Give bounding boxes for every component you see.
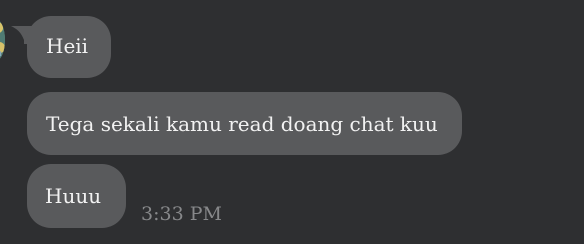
message-text: Huuu	[45, 184, 102, 208]
message-bubble[interactable]: Huuu	[27, 164, 126, 228]
message-text: Heii	[46, 34, 89, 58]
avatar-image-icon	[0, 20, 5, 60]
message-bubble[interactable]: Tega sekali kamu read doang chat kuu	[27, 92, 462, 155]
message-timestamp: 3:33 PM	[141, 203, 222, 225]
message-bubble[interactable]: Heii	[27, 16, 111, 78]
sender-avatar[interactable]	[0, 19, 5, 61]
message-text: Tega sekali kamu read doang chat kuu	[46, 112, 438, 136]
